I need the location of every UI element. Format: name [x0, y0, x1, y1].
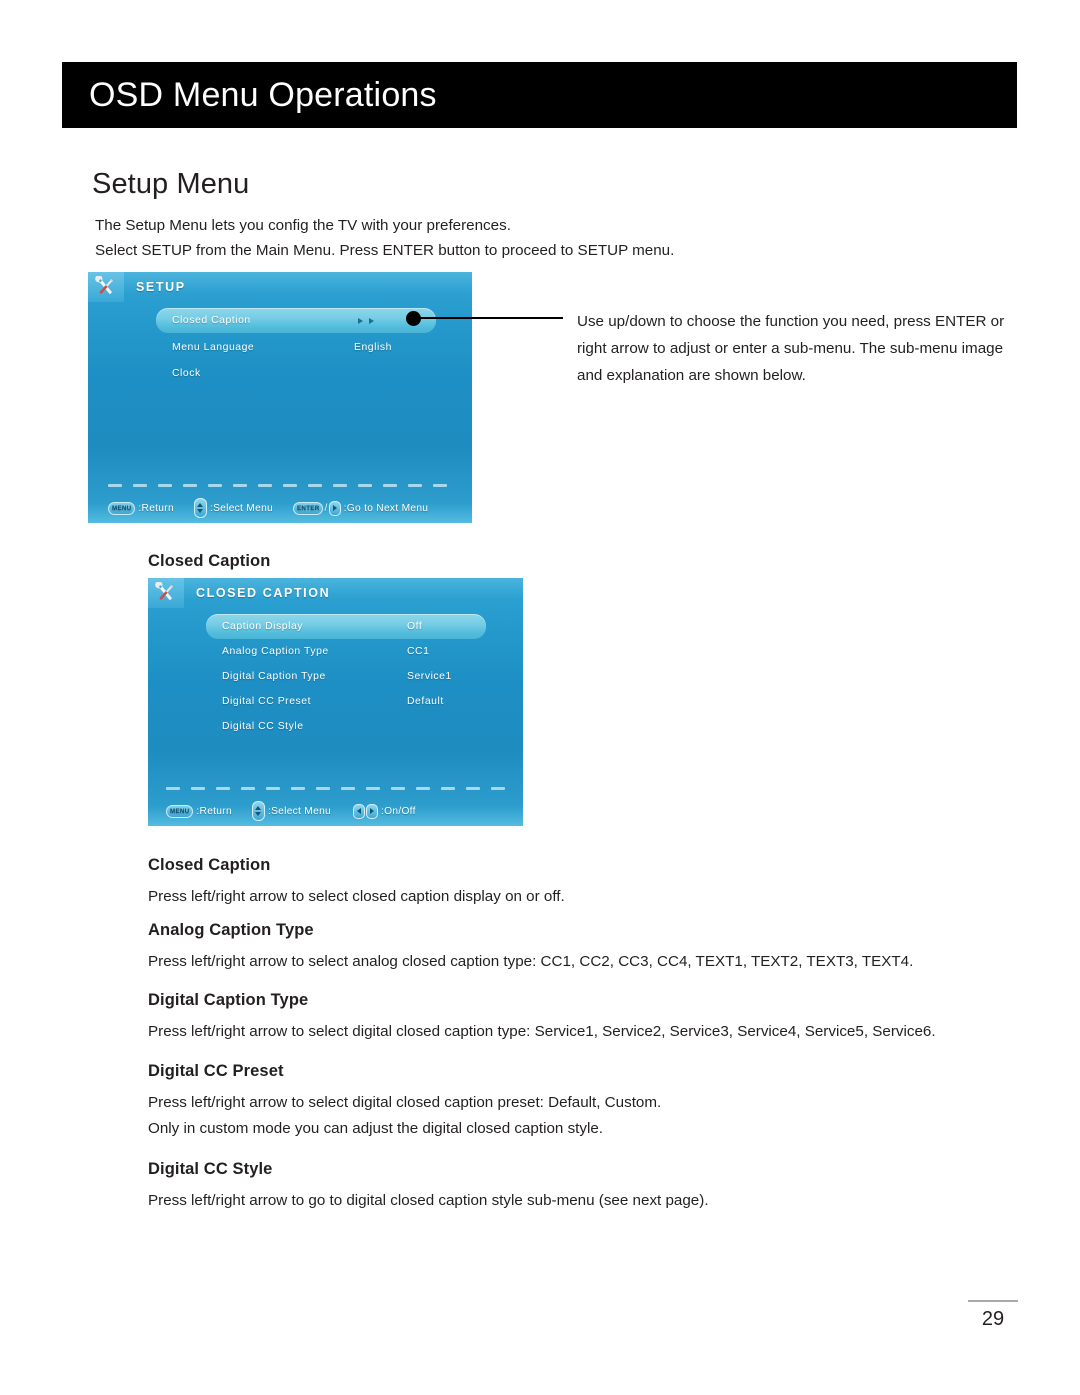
desc-paragraph: Press left/right arrow to go to digital … — [148, 1192, 709, 1209]
cc-osd-hints: MENU :Return :Select Menu :On/Off — [166, 801, 416, 821]
cc-osd-header: CLOSED CAPTION — [148, 578, 523, 608]
cc-row-digital-caption-type[interactable]: Digital Caption Type Service1 — [206, 664, 486, 689]
cc-row-analog-caption-type[interactable]: Analog Caption Type CC1 — [206, 639, 486, 664]
intro-line-2: Select SETUP from the Main Menu. Press E… — [95, 242, 675, 259]
hint-select-menu: :Select Menu — [193, 498, 273, 518]
cc-row-digital-cc-style[interactable]: Digital CC Style — [206, 714, 486, 739]
section-title: Setup Menu — [92, 168, 250, 200]
closed-caption-osd-panel: CLOSED CAPTION Caption Display Off Analo… — [148, 578, 523, 826]
desc-paragraph: Press left/right arrow to select analog … — [148, 953, 914, 970]
left-arrow-key-icon — [353, 803, 365, 819]
callout-text: Use up/down to choose the function you n… — [577, 313, 1005, 384]
cc-osd-divider — [166, 787, 505, 790]
enter-key-icon: ENTER — [293, 501, 324, 515]
hint-select-menu-text: :Select Menu — [209, 502, 273, 514]
slash-separator: / — [324, 502, 328, 514]
setup-row-label: Clock — [172, 368, 201, 379]
cc-row-value: Service1 — [407, 671, 452, 682]
cc-row-value: Default — [407, 696, 444, 707]
cc-row-label: Digital CC Preset — [222, 696, 312, 707]
menu-key-icon: MENU — [108, 501, 136, 515]
hint-return: MENU :Return — [166, 804, 232, 818]
setup-row-closed-caption[interactable]: Closed Caption — [156, 308, 436, 333]
hint-select-menu: :Select Menu — [251, 801, 331, 821]
page-title: OSD Menu Operations — [89, 76, 437, 114]
chevron-right-icons — [358, 317, 374, 324]
setup-row-clock[interactable]: Clock — [156, 361, 436, 386]
setup-osd-hints: MENU :Return :Select Menu ENTER / :Go to… — [108, 498, 428, 518]
setup-row-value: English — [354, 342, 392, 353]
page-number: 29 — [981, 1308, 1005, 1330]
desc-heading: Closed Caption — [148, 856, 271, 874]
cc-row-value: CC1 — [407, 646, 430, 657]
desc-analog-caption-type: Analog Caption Type Press left/right arr… — [148, 921, 1028, 975]
cc-row-label: Analog Caption Type — [222, 646, 329, 657]
intro-line-1: The Setup Menu lets you config the TV wi… — [95, 217, 511, 234]
desc-digital-cc-style: Digital CC Style Press left/right arrow … — [148, 1160, 1028, 1214]
right-arrow-key-icon — [366, 803, 378, 819]
section-intro: The Setup Menu lets you config the TV wi… — [95, 213, 795, 263]
hint-select-menu-text: :Select Menu — [267, 805, 331, 817]
hint-on-off: :On/Off — [353, 803, 416, 819]
cc-row-label: Digital CC Style — [222, 721, 304, 732]
desc-paragraph: Only in custom mode you can adjust the d… — [148, 1120, 604, 1137]
menu-key-icon: MENU — [166, 804, 194, 818]
setup-osd-header: SETUP — [88, 272, 472, 302]
desc-paragraph: Press left/right arrow to select digital… — [148, 1023, 936, 1040]
desc-heading: Digital Caption Type — [148, 991, 309, 1009]
up-down-key-icon — [193, 498, 207, 518]
tools-icon — [88, 272, 124, 302]
closed-caption-heading: Closed Caption — [148, 552, 271, 570]
hint-return: MENU :Return — [108, 501, 174, 515]
right-arrow-key-icon — [328, 500, 341, 516]
cc-row-digital-cc-preset[interactable]: Digital CC Preset Default — [206, 689, 486, 714]
callout-leader-line — [413, 317, 563, 319]
footer-divider — [968, 1300, 1018, 1302]
cc-row-label: Digital Caption Type — [222, 671, 326, 682]
setup-osd-panel: SETUP Closed Caption Menu Language Engli… — [88, 272, 472, 523]
setup-row-label: Closed Caption — [172, 315, 251, 326]
cc-osd-title: CLOSED CAPTION — [196, 586, 331, 600]
page-header-band: OSD Menu Operations — [62, 62, 1017, 128]
desc-paragraph: Press left/right arrow to select closed … — [148, 888, 565, 905]
setup-row-menu-language[interactable]: Menu Language English — [156, 335, 436, 360]
hint-return-text: :Return — [138, 502, 174, 514]
setup-row-label: Menu Language — [172, 342, 255, 353]
hint-next-menu: ENTER / :Go to Next Menu — [293, 500, 429, 516]
cc-row-caption-display[interactable]: Caption Display Off — [206, 614, 486, 639]
hint-return-text: :Return — [196, 805, 232, 817]
tools-icon — [148, 578, 184, 608]
hint-on-off-text: :On/Off — [381, 805, 416, 817]
setup-osd-divider — [108, 484, 447, 487]
setup-osd-title: SETUP — [136, 280, 186, 294]
desc-digital-cc-preset: Digital CC Preset Press left/right arrow… — [148, 1062, 1028, 1142]
left-right-key-icon — [353, 803, 378, 819]
desc-digital-caption-type: Digital Caption Type Press left/right ar… — [148, 991, 1028, 1045]
cc-row-label: Caption Display — [222, 621, 304, 632]
desc-heading: Digital CC Style — [148, 1160, 273, 1178]
desc-closed-caption: Closed Caption Press left/right arrow to… — [148, 856, 1028, 910]
manual-page: OSD Menu Operations Setup Menu The Setup… — [0, 0, 1080, 1395]
desc-paragraph: Press left/right arrow to select digital… — [148, 1094, 662, 1111]
up-down-key-icon — [251, 801, 265, 821]
desc-heading: Analog Caption Type — [148, 921, 314, 939]
hint-next-menu-text: :Go to Next Menu — [343, 502, 429, 514]
desc-heading: Digital CC Preset — [148, 1062, 284, 1080]
cc-row-value: Off — [407, 621, 423, 632]
